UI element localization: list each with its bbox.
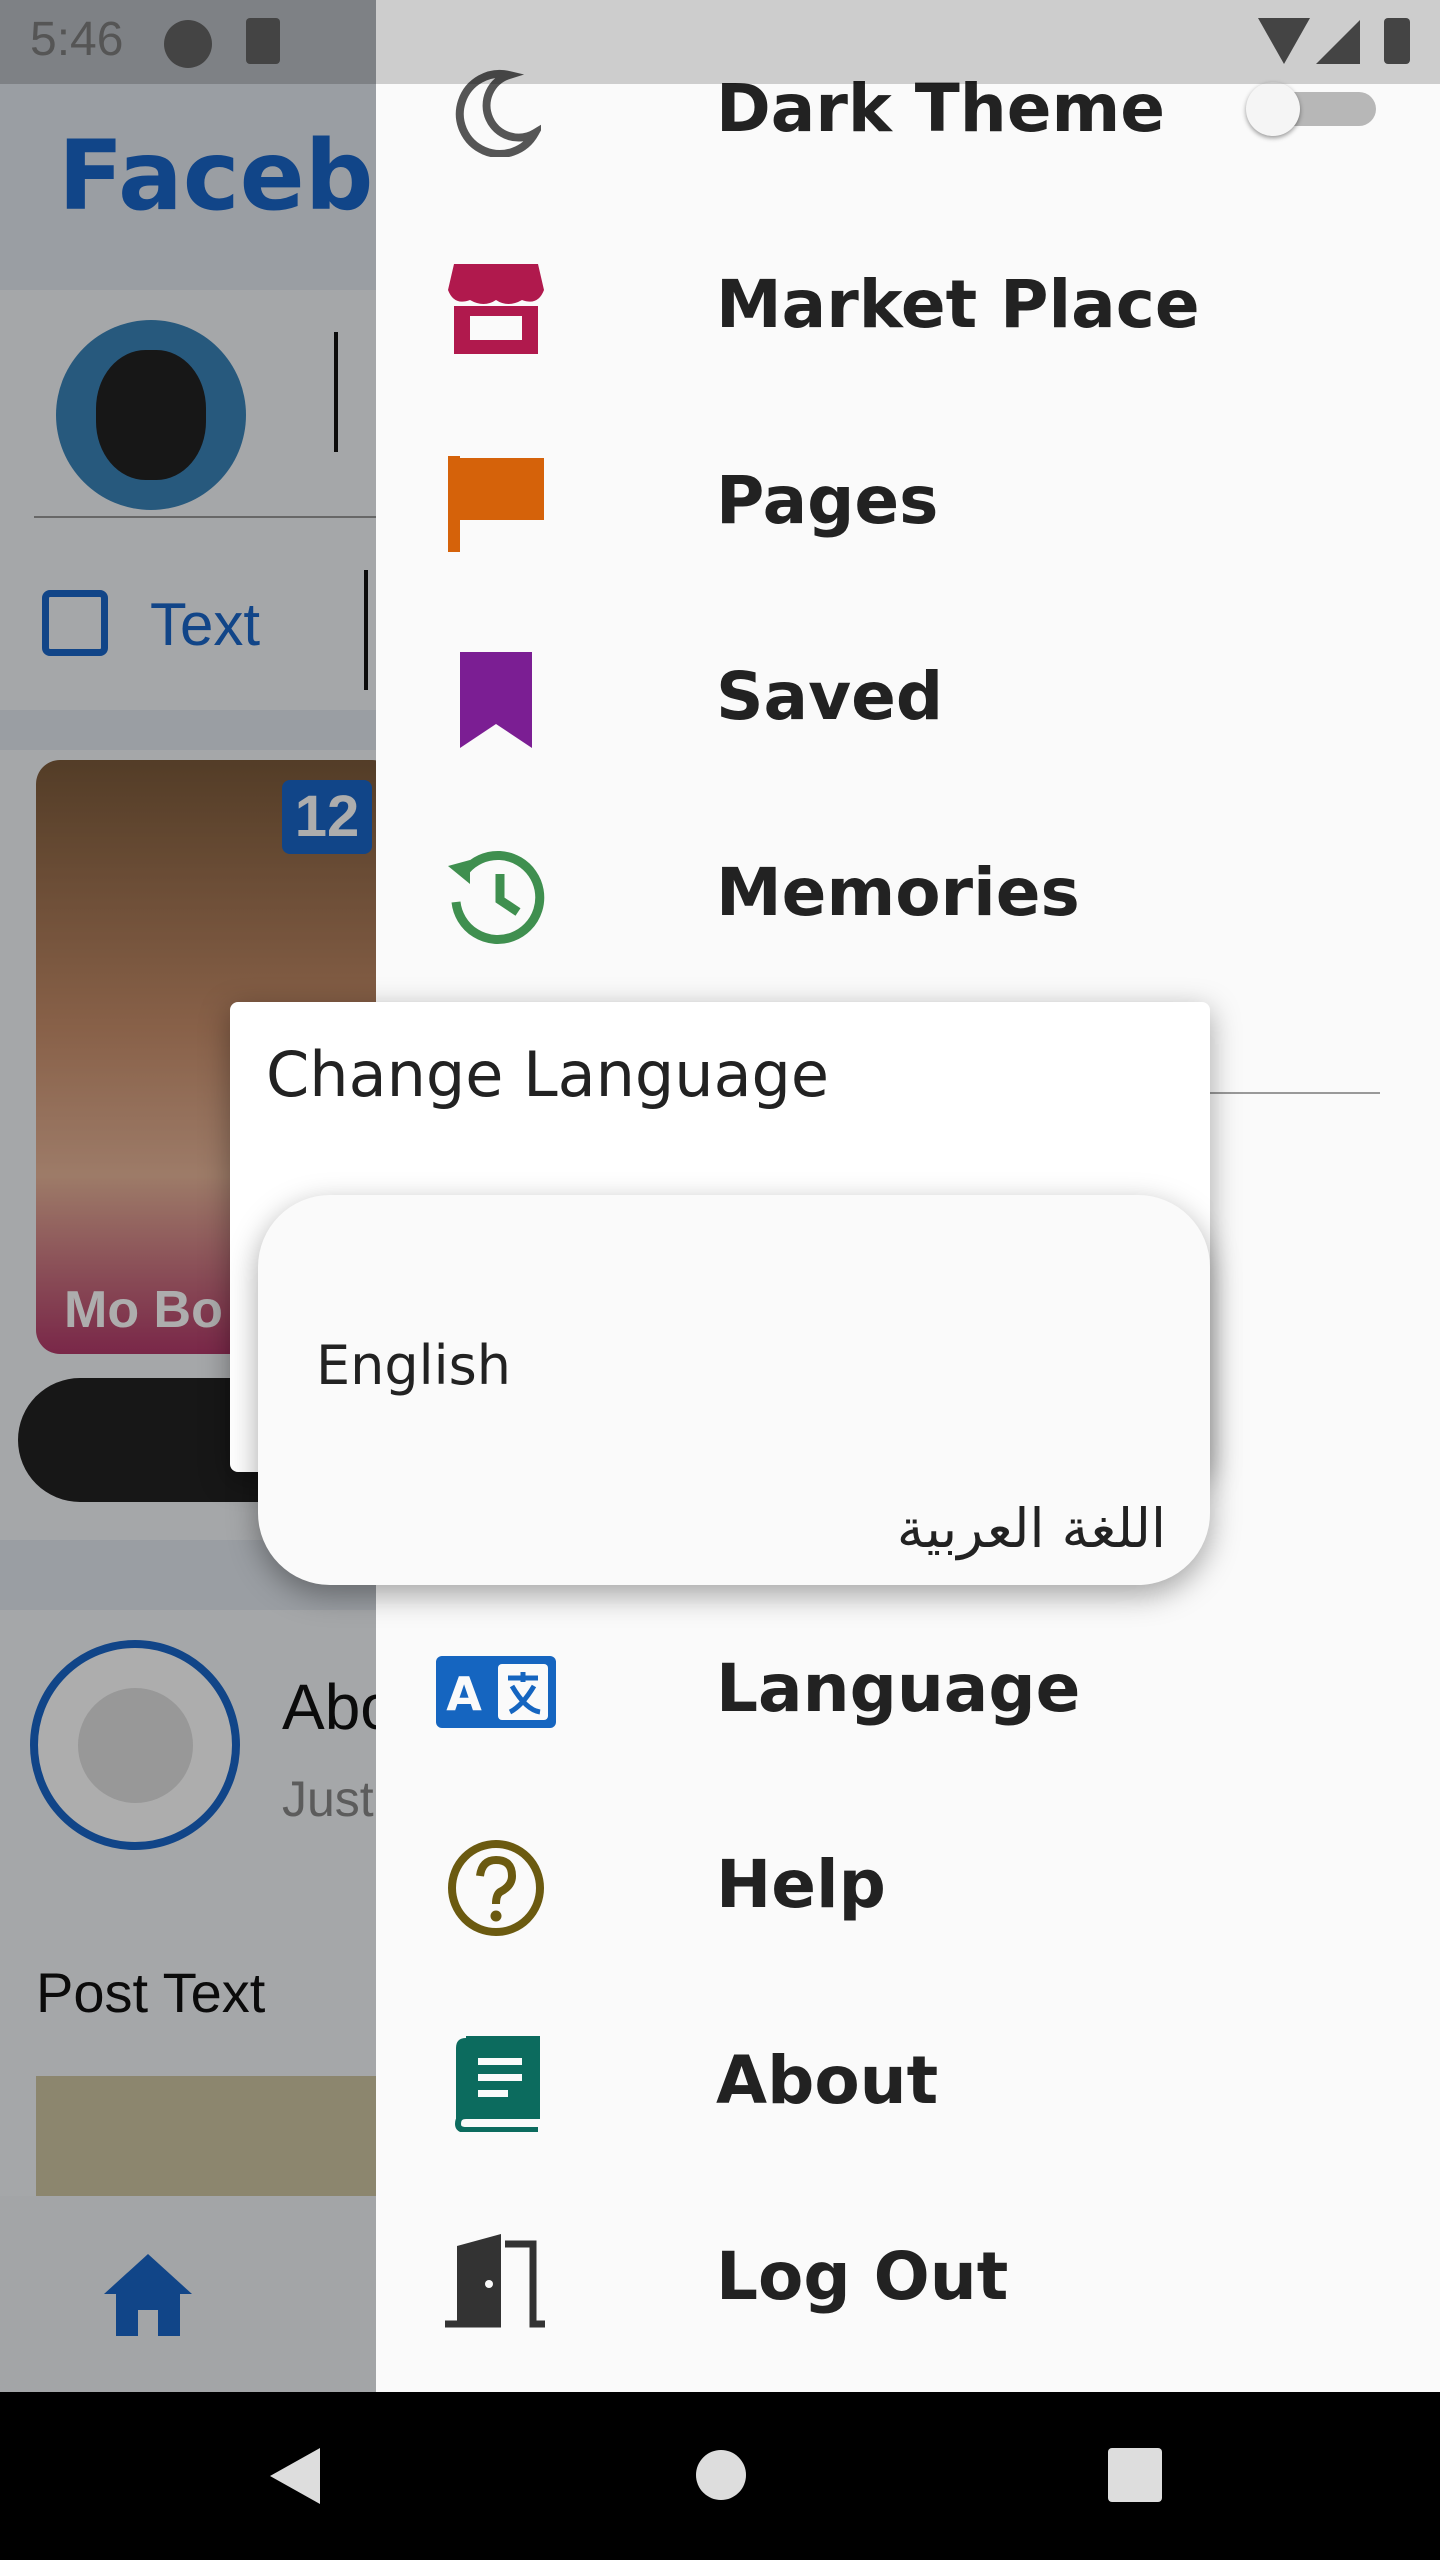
translate-icon: A — [436, 1642, 556, 1742]
status-time: 5:46 — [30, 13, 124, 66]
sd-card-icon — [246, 18, 280, 64]
bookmark-icon — [436, 650, 556, 750]
wifi-icon — [1258, 18, 1310, 64]
battery-icon — [1384, 18, 1410, 64]
home-button-icon[interactable] — [696, 2450, 746, 2500]
language-option-arabic[interactable]: اللغة العربية — [316, 1469, 1166, 1589]
drawer-item-label: Log Out — [716, 2238, 1009, 2315]
status-bar: 5:46 — [0, 0, 1440, 84]
drawer-item-label: Language — [716, 1650, 1081, 1727]
drawer-item-label: Help — [716, 1846, 886, 1923]
back-icon[interactable] — [270, 2448, 320, 2504]
language-options-menu: English اللغة العربية — [258, 1195, 1210, 1585]
drawer-item-about[interactable]: About — [436, 2016, 1436, 2146]
history-icon — [436, 846, 556, 946]
drawer-item-language[interactable]: A Language — [436, 1624, 1436, 1754]
svg-text:A: A — [446, 1667, 482, 1721]
help-icon — [436, 1838, 556, 1938]
drawer-item-label: Pages — [716, 462, 939, 539]
notification-icon — [164, 20, 212, 68]
signal-icon — [1316, 20, 1360, 64]
drawer-item-saved[interactable]: Saved — [436, 632, 1436, 762]
drawer-item-log-out[interactable]: Log Out — [436, 2212, 1436, 2342]
door-icon — [436, 2230, 556, 2330]
drawer-item-help[interactable]: Help — [436, 1820, 1436, 1950]
flag-icon — [436, 454, 556, 554]
dialog-title: Change Language — [266, 1038, 830, 1111]
store-icon — [436, 258, 556, 358]
drawer-item-pages[interactable]: Pages — [436, 436, 1436, 566]
drawer-item-label: Saved — [716, 658, 944, 735]
language-option-english[interactable]: English — [316, 1306, 1166, 1426]
drawer-item-label: Memories — [716, 854, 1080, 931]
book-icon — [436, 2034, 556, 2134]
system-navigation-bar — [0, 2392, 1440, 2560]
drawer-item-memories[interactable]: Memories — [436, 828, 1436, 958]
drawer-item-label: About — [716, 2042, 939, 2119]
drawer-item-label: Market Place — [716, 266, 1200, 343]
drawer-item-market-place[interactable]: Market Place — [436, 240, 1436, 370]
dark-theme-toggle[interactable] — [1246, 82, 1376, 136]
recents-icon[interactable] — [1108, 2448, 1162, 2502]
